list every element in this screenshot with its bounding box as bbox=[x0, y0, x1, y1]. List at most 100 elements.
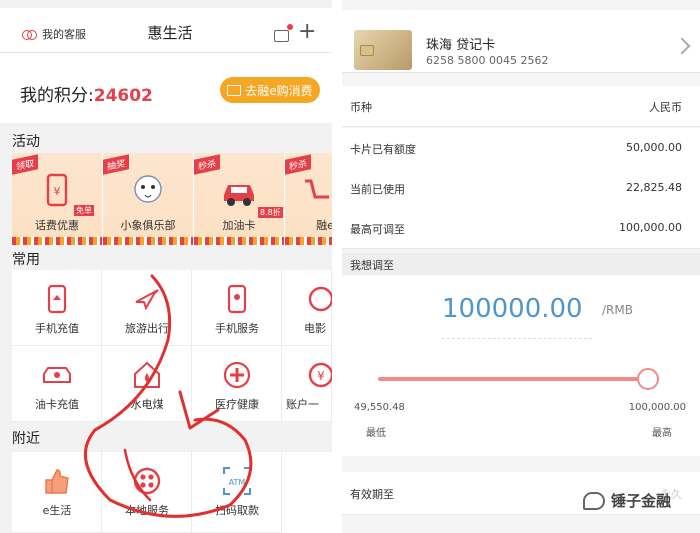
activity-card-fuel[interactable]: 秒杀 8.8折 加油卡 bbox=[194, 153, 284, 245]
service-film[interactable]: 电影 bbox=[282, 270, 332, 346]
film-icon bbox=[308, 286, 332, 312]
amount-underline bbox=[442, 338, 592, 339]
service-home-utility[interactable]: 水电煤 bbox=[102, 346, 192, 422]
info-row-currency: 币种 人民币 bbox=[342, 86, 700, 127]
slider-max-label: 最高 bbox=[652, 428, 672, 439]
atm-tag: ATM bbox=[229, 478, 246, 487]
car-icon bbox=[224, 185, 254, 206]
cart-icon bbox=[305, 179, 329, 199]
left-phone-screen: 我的客服 惠生活 + 我的积分:24602 去融e购消费 活动 ¥ 领取 免单 … bbox=[0, 0, 332, 533]
info-key: 卡片已有额度 bbox=[350, 143, 416, 156]
info-value: 人民币 bbox=[649, 101, 682, 114]
service-fuel-recharge[interactable]: 油卡充值 bbox=[12, 346, 102, 422]
plus-icon[interactable]: + bbox=[298, 21, 316, 43]
activity-label: 小象俱乐部 bbox=[120, 219, 176, 232]
svg-text:¥: ¥ bbox=[317, 369, 325, 383]
info-key: 最高可调至 bbox=[350, 223, 405, 236]
car-fuel-icon bbox=[43, 367, 71, 383]
service-account[interactable]: ¥ 账户一 bbox=[282, 346, 332, 422]
activity-card-club[interactable]: 抽奖 小象俱乐部 bbox=[103, 153, 193, 245]
service-label: 医疗健康 bbox=[215, 398, 259, 411]
section-title-activities: 活动 bbox=[12, 134, 40, 150]
svg-text:¥: ¥ bbox=[54, 185, 61, 198]
info-row-used: 当前已使用 22,825.48 bbox=[342, 168, 700, 209]
info-key: 当前已使用 bbox=[350, 183, 405, 196]
activity-ribbon: 领取 bbox=[12, 154, 39, 175]
atm-scan-icon: ATM bbox=[223, 467, 251, 495]
credit-card-selector[interactable]: 珠海 贷记卡 6258 5800 0045 2562 bbox=[342, 10, 700, 73]
chevron-right-icon bbox=[673, 37, 691, 55]
service-phone-recharge[interactable]: 手机充值 bbox=[12, 270, 102, 346]
section-title-nearby: 附近 bbox=[12, 431, 40, 447]
activity-label: 加油卡 bbox=[222, 219, 256, 232]
wechat-icon bbox=[583, 491, 605, 510]
amount-unit: /RMB bbox=[602, 303, 633, 317]
go-shopping-button[interactable]: 去融e购消费 bbox=[220, 77, 320, 103]
service-label: 电影 bbox=[304, 322, 326, 335]
phone-recharge-icon bbox=[47, 284, 67, 314]
info-key: 币种 bbox=[350, 101, 372, 114]
service-label: 油卡充值 bbox=[35, 398, 79, 411]
home-utility-icon bbox=[134, 361, 160, 388]
info-value: 50,000.00 bbox=[626, 141, 682, 154]
points-caption: 我的积分: bbox=[20, 86, 94, 106]
page-title: 惠生活 bbox=[147, 24, 193, 42]
adjust-heading-bar: 我想调至 bbox=[342, 253, 700, 275]
limit-slider-handle[interactable] bbox=[637, 368, 659, 390]
activity-label: 话费优惠 bbox=[35, 219, 79, 232]
card-number: 6258 5800 0045 2562 bbox=[426, 54, 549, 67]
activity-ribbon: 抽奖 bbox=[103, 154, 130, 175]
watermark: 锤子金融 bbox=[583, 490, 671, 511]
elephant-mascot-icon bbox=[134, 175, 162, 203]
nearby-label: 扫码取款 bbox=[215, 504, 259, 517]
card-image bbox=[354, 30, 412, 70]
nearby-label: 本地服务 bbox=[125, 504, 169, 517]
gift-icon bbox=[227, 84, 242, 96]
thumbs-up-icon bbox=[45, 469, 69, 494]
plane-icon bbox=[135, 289, 159, 311]
nearby-atm-scan[interactable]: ATM 扫码取款 bbox=[192, 452, 282, 533]
info-value: 100,000.00 bbox=[619, 221, 682, 234]
service-travel[interactable]: 旅游出行 bbox=[102, 270, 192, 346]
activity-card-phone[interactable]: ¥ 领取 免单 话费优惠 bbox=[12, 153, 102, 245]
activity-card-rong-e[interactable]: 秒杀 融e bbox=[285, 153, 332, 245]
common-services-grid: 手机充值 旅游出行 手机服务 电影 油卡充值 水电煤 医疗健康 ¥ 账户一 bbox=[12, 270, 332, 422]
message-icon[interactable] bbox=[274, 24, 293, 42]
phone-service-icon bbox=[227, 284, 247, 314]
expiry-key: 有效期至 bbox=[350, 488, 394, 501]
confetti-decoration bbox=[12, 237, 102, 245]
top-header: 我的客服 惠生活 + bbox=[0, 8, 332, 53]
limit-adjust-panel: 100000.00 /RMB 49,550.48 100,000.00 最低 最… bbox=[342, 276, 700, 456]
nearby-local-service[interactable]: 本地服务 bbox=[102, 452, 192, 533]
service-phone-service[interactable]: 手机服务 bbox=[192, 270, 282, 346]
account-icon: ¥ bbox=[308, 362, 332, 388]
info-row-max: 最高可调至 100,000.00 bbox=[342, 208, 700, 249]
service-label: 水电煤 bbox=[130, 398, 164, 411]
confetti-decoration bbox=[285, 237, 332, 245]
service-medical[interactable]: 医疗健康 bbox=[192, 346, 282, 422]
confetti-decoration bbox=[194, 237, 284, 245]
activity-badge: 免单 bbox=[74, 205, 94, 216]
nearby-e-life[interactable]: e生活 bbox=[12, 452, 102, 533]
customer-service-label: 我的客服 bbox=[42, 28, 86, 41]
section-title-common: 常用 bbox=[12, 252, 40, 268]
info-value: 22,825.48 bbox=[626, 181, 682, 194]
go-shopping-label: 去融e购消费 bbox=[245, 83, 313, 98]
activity-label: 融e bbox=[316, 219, 332, 232]
adjust-heading: 我想调至 bbox=[350, 259, 394, 272]
slider-max-value: 100,000.00 bbox=[628, 402, 686, 413]
customer-service-button[interactable]: 我的客服 bbox=[22, 26, 86, 42]
slider-min-label: 最低 bbox=[366, 428, 386, 439]
right-phone-screen: 珠海 贷记卡 6258 5800 0045 2562 币种 人民币 卡片已有额度… bbox=[342, 0, 700, 533]
service-label: 手机服务 bbox=[215, 322, 259, 335]
activity-ribbon: 秒杀 bbox=[194, 154, 221, 175]
limit-slider-track[interactable] bbox=[378, 377, 648, 381]
nearby-grid: e生活 本地服务 ATM 扫码取款 bbox=[12, 452, 332, 533]
nearby-label: e生活 bbox=[42, 504, 72, 517]
customer-service-icon bbox=[22, 29, 37, 40]
info-row-limit: 卡片已有额度 50,000.00 bbox=[342, 128, 700, 169]
points-bar: 我的积分:24602 去融e购消费 bbox=[0, 53, 332, 123]
activities-carousel[interactable]: ¥ 领取 免单 话费优惠 抽奖 小象俱乐部 秒杀 8.8折 加油卡 秒杀 融e bbox=[12, 153, 332, 245]
amount-input[interactable]: 100000.00 bbox=[442, 294, 583, 324]
activity-ribbon: 秒杀 bbox=[285, 154, 312, 175]
